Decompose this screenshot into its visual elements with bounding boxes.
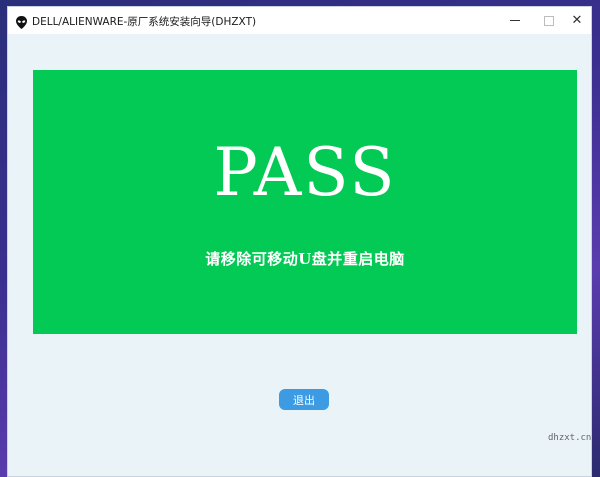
watermark-text: dhzxt.cn bbox=[548, 433, 592, 443]
close-icon: ✕ bbox=[571, 13, 583, 28]
minimize-button[interactable] bbox=[498, 7, 532, 34]
desktop-background: DELL/ALIENWARE-原厂系统安装向导(DHZXT) ✕ PASS 请移… bbox=[0, 0, 600, 477]
maximize-icon bbox=[544, 15, 554, 26]
result-panel: PASS 请移除可移动U盘并重启电脑 bbox=[33, 70, 577, 334]
alien-head-icon bbox=[16, 14, 27, 29]
minimize-icon bbox=[510, 20, 520, 21]
status-message: 请移除可移动U盘并重启电脑 bbox=[205, 250, 405, 268]
exit-button[interactable]: 退出 bbox=[279, 389, 329, 410]
window-title: DELL/ALIENWARE-原厂系统安装向导(DHZXT) bbox=[32, 16, 257, 28]
status-text: PASS bbox=[213, 134, 397, 211]
title-bar[interactable]: DELL/ALIENWARE-原厂系统安装向导(DHZXT) ✕ bbox=[8, 7, 591, 34]
installer-window: DELL/ALIENWARE-原厂系统安装向导(DHZXT) ✕ PASS 请移… bbox=[7, 6, 592, 477]
close-button[interactable]: ✕ bbox=[560, 7, 594, 34]
